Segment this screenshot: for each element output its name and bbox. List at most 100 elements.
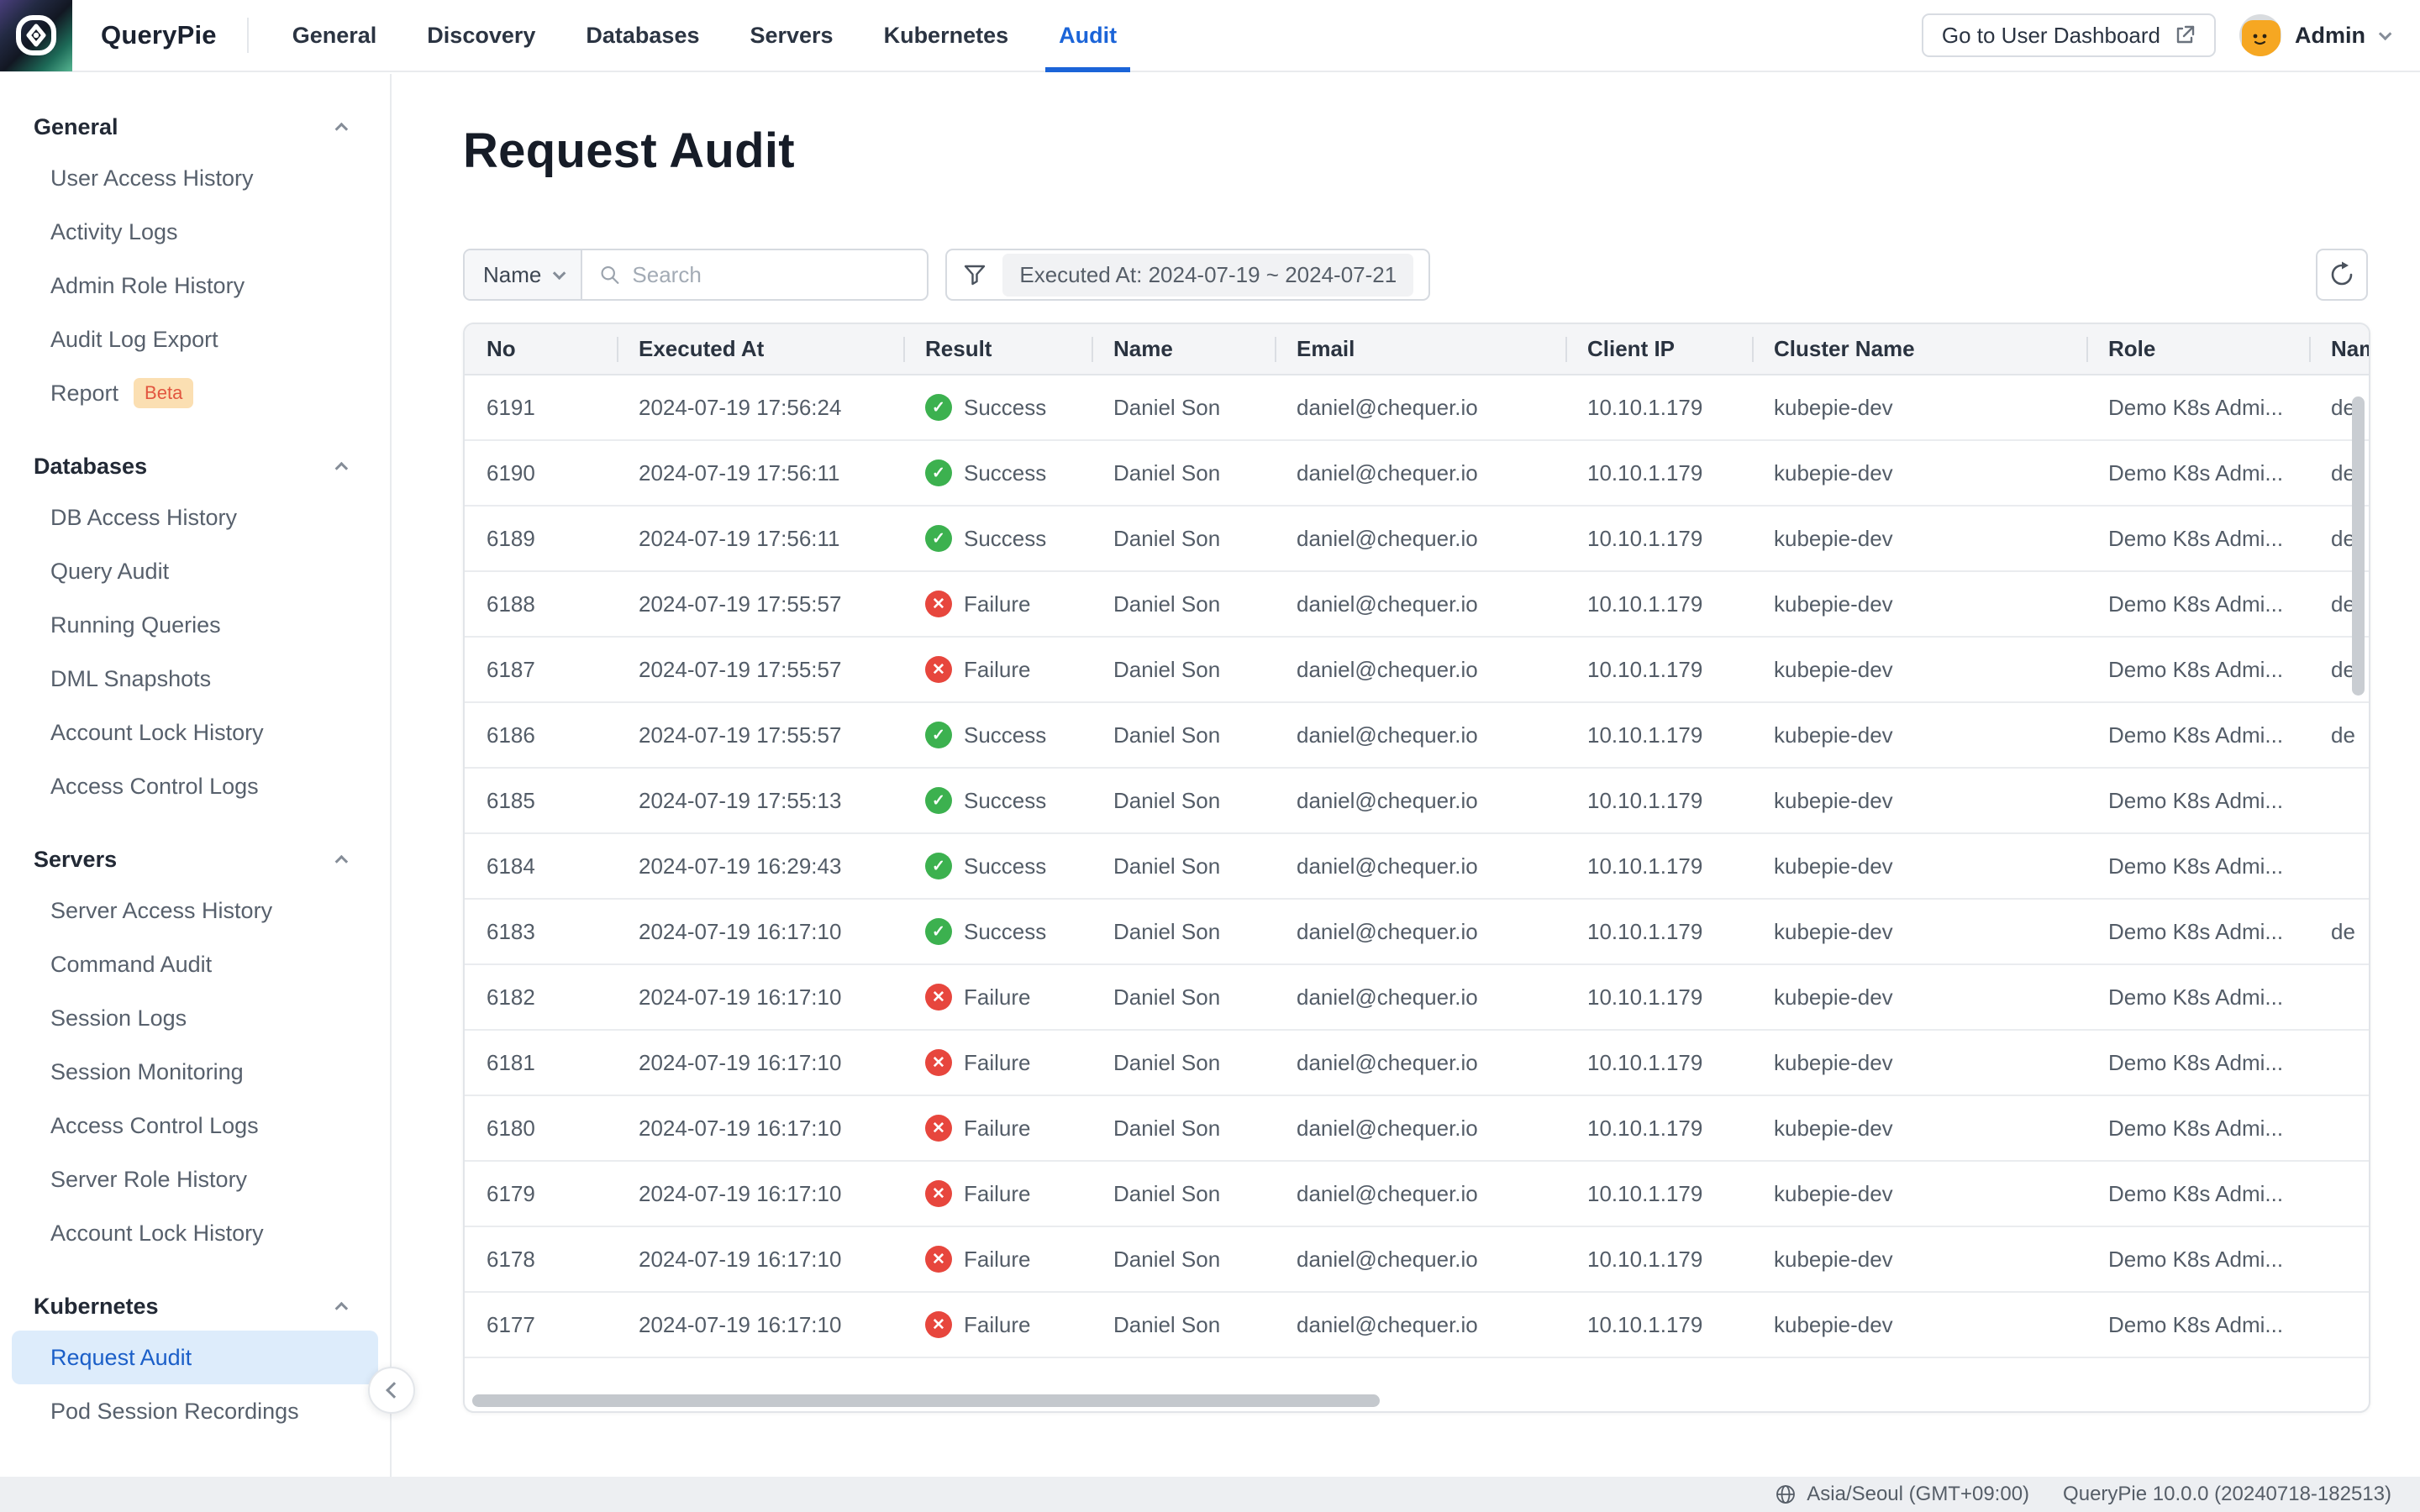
table-row[interactable]: 61892024-07-19 17:56:11✓SuccessDaniel So…	[465, 507, 2369, 572]
sidebar-item-session-monitoring[interactable]: Session Monitoring	[12, 1045, 378, 1099]
failure-icon: ✕	[925, 1180, 952, 1207]
cell-email: daniel@chequer.io	[1275, 1247, 1565, 1273]
sidebar-collapse-button[interactable]	[368, 1367, 415, 1414]
sidebar-item-label: Pod Session Recordings	[50, 1399, 299, 1425]
cell-role: Demo K8s Admi...	[2086, 395, 2309, 421]
table-row[interactable]: 61912024-07-19 17:56:24✓SuccessDaniel So…	[465, 375, 2369, 441]
sidebar-item-server-role-history[interactable]: Server Role History	[12, 1152, 378, 1206]
table-row[interactable]: 61872024-07-19 17:55:57✕FailureDaniel So…	[465, 638, 2369, 703]
cell-no: 6181	[465, 1050, 617, 1076]
sidebar-item-access-control-logs[interactable]: Access Control Logs	[12, 1099, 378, 1152]
table-row[interactable]: 61882024-07-19 17:55:57✕FailureDaniel So…	[465, 572, 2369, 638]
sidebar-section-header-servers[interactable]: Servers	[0, 835, 390, 884]
cell-name: Daniel Son	[1092, 1050, 1275, 1076]
cell-executed-at: 2024-07-19 16:17:10	[617, 1050, 903, 1076]
sidebar-section-title: Databases	[34, 454, 147, 480]
sidebar-item-running-queries[interactable]: Running Queries	[12, 598, 378, 652]
cell-email: daniel@chequer.io	[1275, 919, 1565, 945]
sidebar-item-dml-snapshots[interactable]: DML Snapshots	[12, 652, 378, 706]
refresh-icon	[2328, 261, 2355, 288]
nav-item-discovery[interactable]: Discovery	[402, 0, 560, 71]
table-row[interactable]: 61812024-07-19 16:17:10✕FailureDaniel So…	[465, 1031, 2369, 1096]
horizontal-scrollbar[interactable]	[472, 1394, 1380, 1407]
sidebar-item-request-audit[interactable]: Request Audit	[12, 1331, 378, 1384]
funnel-filter-icon[interactable]	[962, 262, 987, 287]
chevron-up-icon	[335, 122, 349, 135]
nav-item-general[interactable]: General	[267, 0, 402, 71]
cell-email: daniel@chequer.io	[1275, 1116, 1565, 1142]
nav-item-kubernetes[interactable]: Kubernetes	[859, 0, 1034, 71]
sidebar-section-header-general[interactable]: General	[0, 102, 390, 151]
sidebar-item-label: DB Access History	[50, 505, 237, 531]
sidebar-item-server-access-history[interactable]: Server Access History	[12, 884, 378, 937]
result-label: Success	[964, 526, 1046, 552]
column-header-nam: Nam	[2309, 324, 2369, 374]
table-row[interactable]: 61842024-07-19 16:29:43✓SuccessDaniel So…	[465, 834, 2369, 900]
cell-cluster-name: kubepie-dev	[1752, 788, 2086, 814]
table-row[interactable]: 61862024-07-19 17:55:57✓SuccessDaniel So…	[465, 703, 2369, 769]
cell-role: Demo K8s Admi...	[2086, 460, 2309, 486]
cell-client-ip: 10.10.1.179	[1565, 1116, 1752, 1142]
search-field-selector[interactable]: Name	[465, 250, 582, 299]
sidebar-item-audit-log-export[interactable]: Audit Log Export	[12, 312, 378, 366]
cell-name: Daniel Son	[1092, 788, 1275, 814]
sidebar-item-activity-logs[interactable]: Activity Logs	[12, 205, 378, 259]
sidebar-item-query-audit[interactable]: Query Audit	[12, 544, 378, 598]
sidebar-section-header-databases[interactable]: Databases	[0, 442, 390, 491]
table-row[interactable]: 61782024-07-19 16:17:10✕FailureDaniel So…	[465, 1227, 2369, 1293]
table-row[interactable]: 61902024-07-19 17:56:11✓SuccessDaniel So…	[465, 441, 2369, 507]
nav-item-databases[interactable]: Databases	[560, 0, 724, 71]
cell-name: Daniel Son	[1092, 1181, 1275, 1207]
sidebar-item-pod-session-recordings[interactable]: Pod Session Recordings	[12, 1384, 378, 1438]
result-label: Failure	[964, 1050, 1030, 1076]
cell-executed-at: 2024-07-19 16:17:10	[617, 1247, 903, 1273]
sidebar-section-header-kubernetes[interactable]: Kubernetes	[0, 1282, 390, 1331]
cell-name: Daniel Son	[1092, 1247, 1275, 1273]
sidebar-item-label: Report	[50, 381, 118, 407]
nav-item-audit[interactable]: Audit	[1034, 0, 1142, 71]
table-row[interactable]: 61772024-07-19 16:17:10✕FailureDaniel So…	[465, 1293, 2369, 1358]
cell-role: Demo K8s Admi...	[2086, 1181, 2309, 1207]
sidebar-item-session-logs[interactable]: Session Logs	[12, 991, 378, 1045]
result-label: Success	[964, 460, 1046, 486]
search-input[interactable]	[632, 262, 910, 288]
failure-icon: ✕	[925, 1115, 952, 1142]
nav-item-servers[interactable]: Servers	[724, 0, 858, 71]
cell-email: daniel@chequer.io	[1275, 1050, 1565, 1076]
column-header-result: Result	[903, 324, 1092, 374]
external-link-icon	[2174, 24, 2196, 46]
sidebar-item-access-control-logs[interactable]: Access Control Logs	[12, 759, 378, 813]
table-body: 61912024-07-19 17:56:24✓SuccessDaniel So…	[465, 375, 2369, 1358]
success-icon: ✓	[925, 918, 952, 945]
sidebar-item-report[interactable]: ReportBeta	[12, 366, 378, 420]
table-row[interactable]: 61792024-07-19 16:17:10✕FailureDaniel So…	[465, 1162, 2369, 1227]
table-row[interactable]: 61852024-07-19 17:55:13✓SuccessDaniel So…	[465, 769, 2369, 834]
executed-at-filter-chip[interactable]: Executed At: 2024-07-19 ~ 2024-07-21	[1002, 254, 1413, 297]
sidebar-item-label: User Access History	[50, 165, 254, 192]
table-row[interactable]: 61832024-07-19 16:17:10✓SuccessDaniel So…	[465, 900, 2369, 965]
sidebar-item-db-access-history[interactable]: DB Access History	[12, 491, 378, 544]
top-bar: QueryPie GeneralDiscoveryDatabasesServer…	[0, 0, 2420, 72]
cell-cluster-name: kubepie-dev	[1752, 526, 2086, 552]
sidebar-item-command-audit[interactable]: Command Audit	[12, 937, 378, 991]
search-field-label: Name	[483, 262, 541, 288]
cell-no: 6184	[465, 853, 617, 879]
result-label: Success	[964, 395, 1046, 421]
chevron-left-icon	[386, 1382, 402, 1399]
refresh-button[interactable]	[2316, 249, 2368, 301]
cell-role: Demo K8s Admi...	[2086, 1247, 2309, 1273]
sidebar-item-user-access-history[interactable]: User Access History	[12, 151, 378, 205]
result-label: Success	[964, 788, 1046, 814]
user-menu[interactable]: Admin	[2239, 14, 2388, 56]
go-to-user-dashboard-button[interactable]: Go to User Dashboard	[1922, 13, 2216, 57]
sidebar-item-account-lock-history[interactable]: Account Lock History	[12, 706, 378, 759]
cell-executed-at: 2024-07-19 16:17:10	[617, 1181, 903, 1207]
sidebar-item-account-lock-history[interactable]: Account Lock History	[12, 1206, 378, 1260]
cell-email: daniel@chequer.io	[1275, 1181, 1565, 1207]
sidebar-item-label: Request Audit	[50, 1345, 192, 1371]
table-row[interactable]: 61802024-07-19 16:17:10✕FailureDaniel So…	[465, 1096, 2369, 1162]
chevron-up-icon	[335, 1301, 349, 1315]
sidebar-item-admin-role-history[interactable]: Admin Role History	[12, 259, 378, 312]
table-row[interactable]: 61822024-07-19 16:17:10✕FailureDaniel So…	[465, 965, 2369, 1031]
vertical-scrollbar[interactable]	[2352, 396, 2365, 696]
